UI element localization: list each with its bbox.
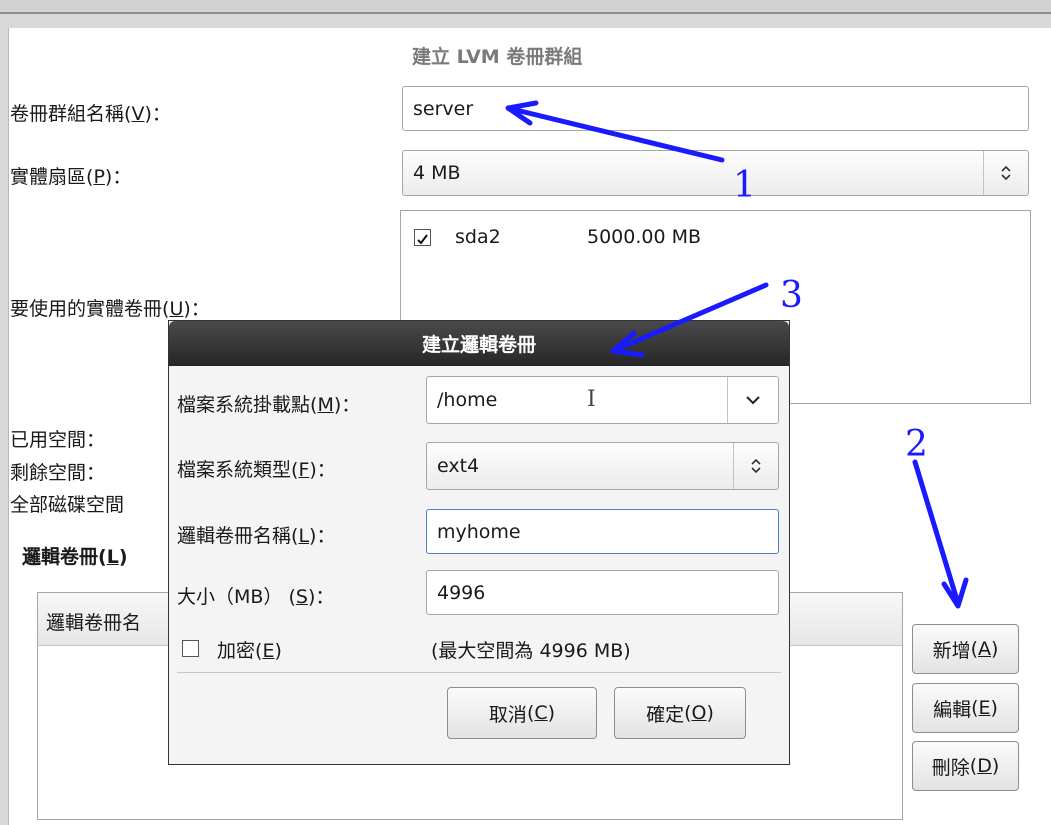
size-label: 大小（MB） (S)：: [177, 586, 335, 608]
fs-type-select[interactable]: ext4: [426, 442, 779, 490]
encrypt-checkbox[interactable]: [182, 640, 199, 657]
check-icon: [417, 234, 428, 245]
encrypt-label: 加密(E): [217, 640, 282, 662]
pv-label: 要使用的實體卷冊(U)：: [10, 298, 210, 320]
edit-button[interactable]: 編輯(E): [912, 683, 1019, 733]
vg-name-value: server: [413, 97, 474, 120]
add-button[interactable]: 新增(A): [912, 624, 1019, 674]
vg-name-label: 卷冊群組名稱(V)：: [10, 103, 171, 125]
chevron-down-icon[interactable]: [727, 377, 778, 423]
mount-point-combo[interactable]: /home I: [426, 376, 779, 424]
pv-sda2-checkbox[interactable]: [414, 229, 431, 246]
fs-type-label: 檔案系統類型(F)：: [177, 459, 336, 481]
used-space-label: 已用空間：: [10, 429, 106, 451]
lv-column-header: 邏輯卷冊名: [46, 612, 142, 634]
create-lv-dialog: 建立邏輯卷冊 檔案系統掛載點(M)： /home I 檔案系統類型(F)： ex…: [168, 320, 790, 765]
lv-section-label: 邏輯卷冊(L): [22, 546, 128, 568]
pe-size-select[interactable]: 4 MB: [402, 150, 1029, 196]
pe-size-value: 4 MB: [413, 162, 461, 184]
size-value: 4996: [437, 581, 486, 604]
max-space-text: (最大空間為 4996 MB): [431, 640, 631, 662]
ok-button[interactable]: 確定(O): [614, 687, 746, 739]
pv-name: sda2: [455, 226, 501, 248]
vg-name-input[interactable]: server: [402, 86, 1029, 131]
pe-size-label: 實體扇區(P)：: [10, 166, 132, 188]
up-down-icon: [733, 443, 778, 489]
total-space-label: 全部磁碟空間: [10, 494, 125, 516]
size-input[interactable]: 4996: [426, 570, 779, 615]
dialog-separator: [177, 672, 781, 673]
text-cursor-icon: I: [587, 387, 596, 412]
lv-name-input[interactable]: myhome: [426, 509, 779, 554]
vg-dialog-title: 建立 LVM 卷冊群組: [412, 46, 583, 68]
window-top-bar: [0, 0, 1051, 14]
delete-button[interactable]: 刪除(D): [912, 741, 1019, 791]
mount-point-label: 檔案系統掛載點(M)：: [177, 394, 361, 416]
lv-dialog-title: 建立邏輯卷冊: [169, 321, 789, 366]
mount-point-value: /home: [437, 389, 498, 411]
cancel-button[interactable]: 取消(C): [447, 687, 597, 739]
lv-name-label: 邏輯卷冊名稱(L)：: [177, 525, 336, 547]
free-space-label: 剩餘空間：: [10, 462, 106, 484]
fs-type-value: ext4: [437, 455, 480, 477]
pv-size: 5000.00 MB: [587, 226, 702, 248]
lv-name-value: myhome: [437, 520, 521, 543]
up-down-icon: [983, 151, 1028, 195]
